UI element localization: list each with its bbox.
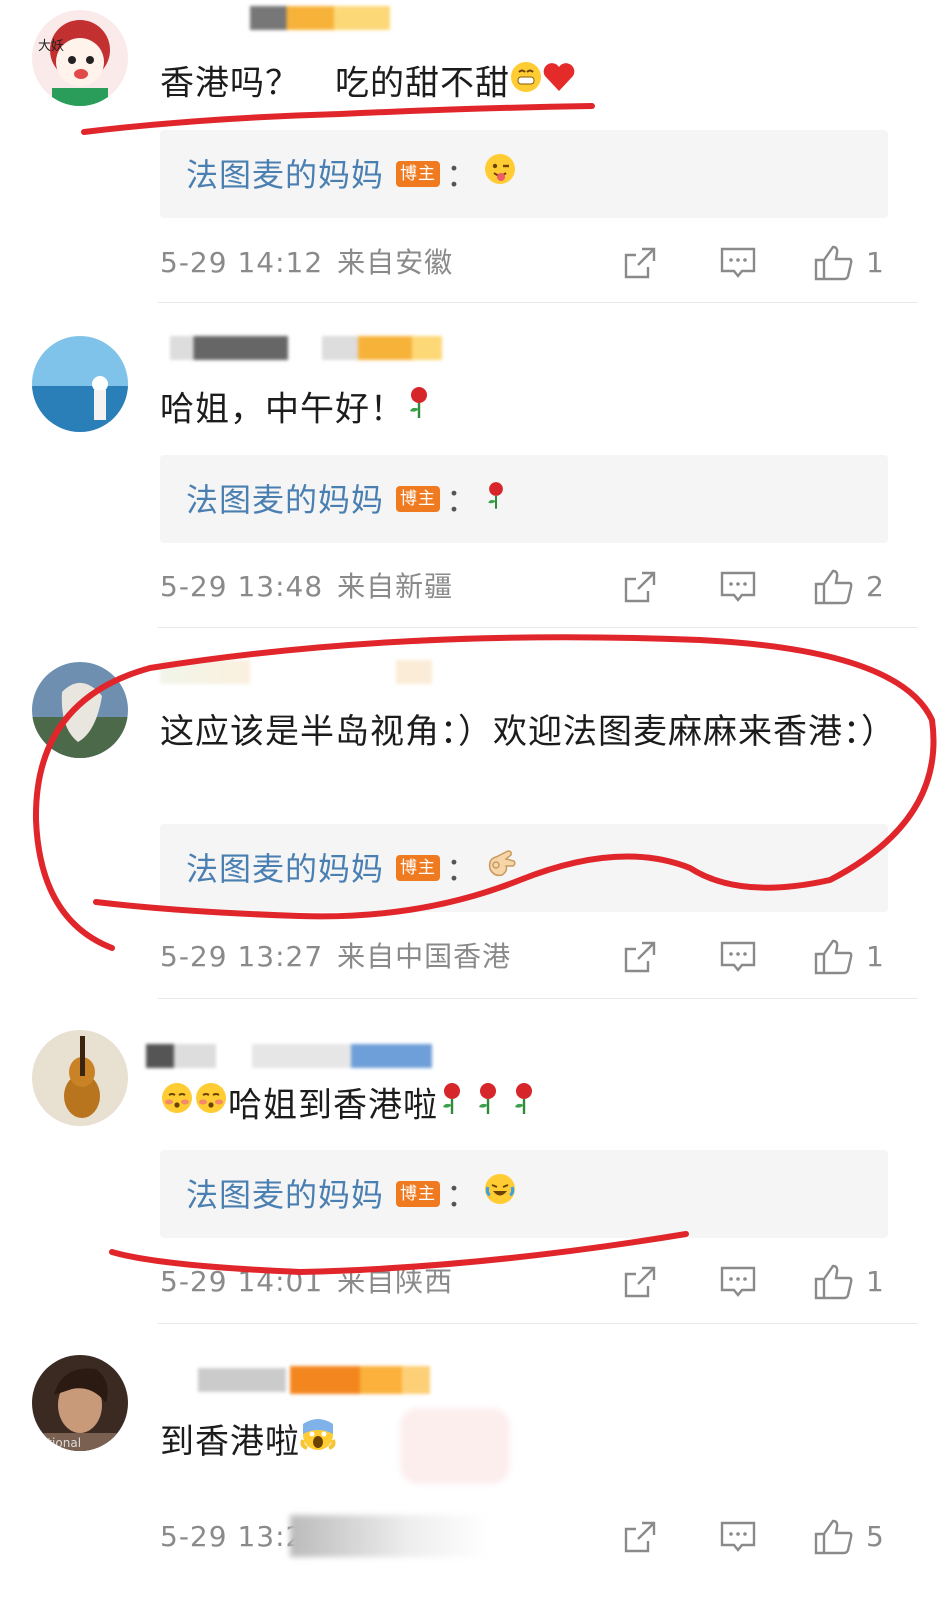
- share-icon[interactable]: [620, 1517, 660, 1557]
- comment-date: 5-29 13:2: [160, 1520, 305, 1553]
- comment-item: ational 到香港啦 5-29 13:2 5: [0, 0, 946, 1614]
- blurred-region: [290, 1515, 490, 1557]
- comment-meta: 5-29 13:2: [160, 1517, 304, 1557]
- like-icon[interactable]: [812, 1517, 853, 1557]
- like-count: 5: [866, 1520, 884, 1553]
- comment-text: 到香港啦: [160, 1416, 900, 1471]
- username-blurred: [160, 1368, 286, 1392]
- avatar[interactable]: ational: [32, 1355, 128, 1451]
- comment-icon[interactable]: [718, 1517, 758, 1557]
- scream-emoji: [300, 1416, 336, 1465]
- svg-text:ational: ational: [40, 1436, 81, 1450]
- username-blurred: [290, 1366, 430, 1394]
